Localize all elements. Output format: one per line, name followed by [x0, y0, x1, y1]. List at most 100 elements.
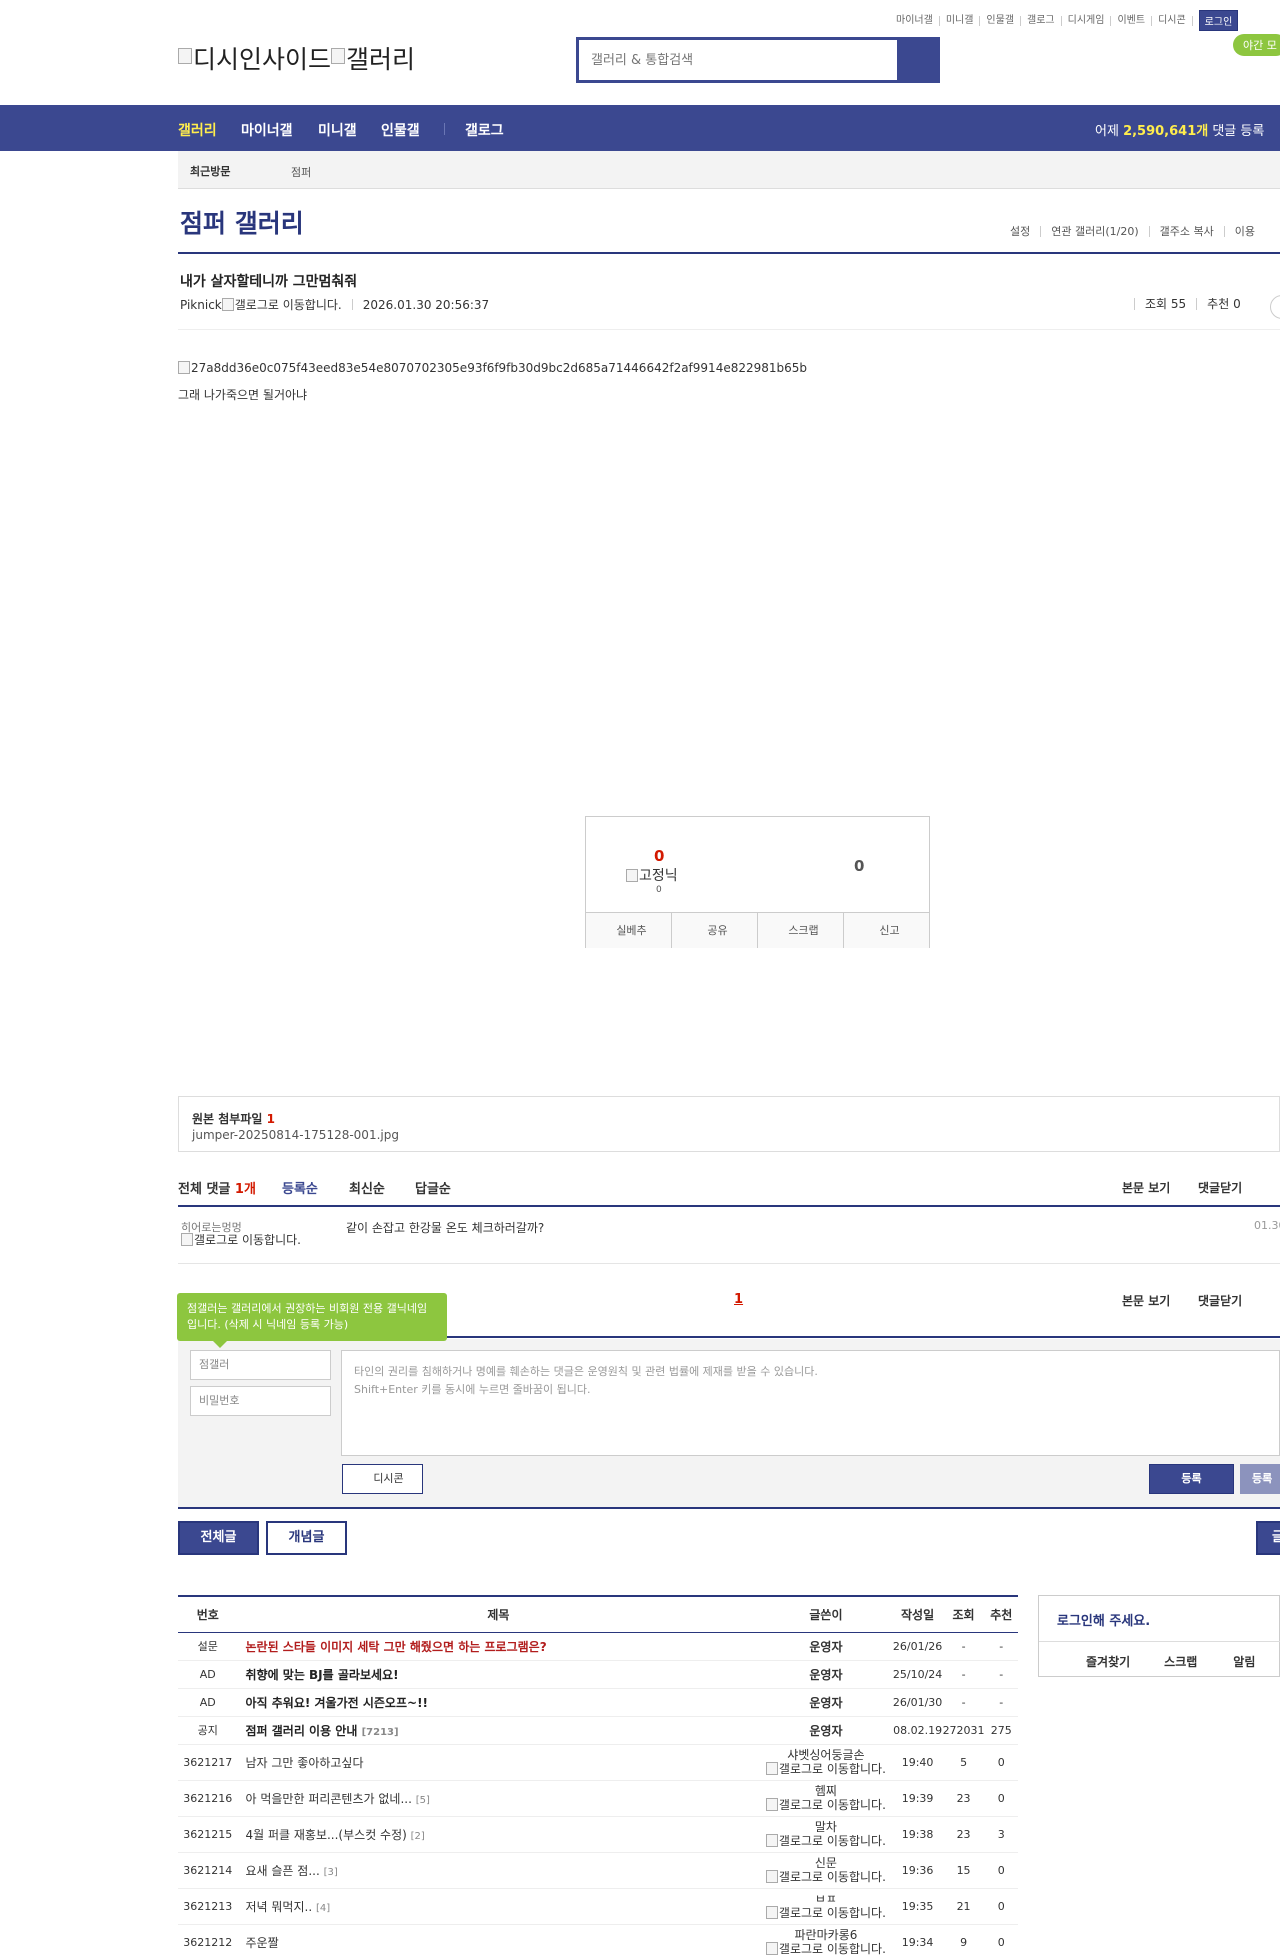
comment-page-1[interactable]: 1: [734, 1292, 743, 1307]
sort-reply[interactable]: 답글순: [415, 1178, 451, 1197]
tab-favorites[interactable]: 즐겨찾기: [1086, 1642, 1130, 1677]
report-button[interactable]: 신고: [843, 913, 929, 948]
broken-image-icon: [178, 361, 190, 374]
post-writer[interactable]: 샤벳싱어둥글손 갤로그로 이동합니다.: [759, 1744, 893, 1781]
attachment-file-link[interactable]: jumper-20250814-175128-001.jpg: [192, 1128, 399, 1142]
gallery-settings-link[interactable]: 설정: [1000, 226, 1040, 237]
usage-link[interactable]: 이용: [1223, 226, 1265, 237]
table-row[interactable]: 3621214 요새 슬픈 점... [3] 신문 갤로그로 이동합니다. 19:…: [178, 1852, 1018, 1889]
view-body-button[interactable]: 본문 보기: [1122, 1179, 1170, 1196]
post-writer[interactable]: 말차 갤로그로 이동합니다.: [759, 1816, 893, 1853]
sort-registered[interactable]: 등록순: [282, 1178, 318, 1197]
top-link-minor[interactable]: 마이너갤: [890, 15, 940, 26]
comment-submit-recommend-button[interactable]: 등록: [1240, 1464, 1280, 1494]
post-writer[interactable]: 헴찌 갤로그로 이동합니다.: [759, 1780, 893, 1817]
related-gallery-link[interactable]: 연관 갤러리(1/20): [1040, 226, 1148, 237]
copy-address-link[interactable]: 갤주소 복사: [1148, 226, 1224, 237]
table-row[interactable]: AD 아직 추워요! 겨울가전 시즌오프~!! 운영자 26/01/30 - -: [178, 1688, 1018, 1717]
post-subject[interactable]: 4월 퍼클 재홍보...(부스컷 수정) [2]: [237, 1816, 760, 1853]
table-row[interactable]: 3621217 남자 그만 좋아하고싶다 샤벳싱어둥글손 갤로그로 이동합니다. …: [178, 1744, 1018, 1781]
top-link-person[interactable]: 인물갤: [980, 15, 1022, 26]
post-subject[interactable]: 남자 그만 좋아하고싶다: [237, 1744, 760, 1781]
top-link-mini[interactable]: 미니갤: [940, 15, 981, 26]
post-recommends: 추천 0: [1196, 298, 1251, 310]
tab-alarm[interactable]: 알림: [1233, 1642, 1255, 1677]
scrap-button[interactable]: 스크랩: [757, 913, 843, 948]
broken-image-icon: [626, 869, 638, 882]
divider: [178, 1205, 1280, 1207]
nav-gallery[interactable]: 갤러리: [178, 120, 217, 140]
realbest-button[interactable]: 실베추: [586, 913, 671, 948]
site-logo[interactable]: 디시인사이드 갤러리: [178, 40, 415, 76]
comment-total: 전체 댓글 1개: [178, 1182, 256, 1197]
search-button[interactable]: [897, 40, 937, 80]
search-box: [576, 37, 940, 83]
table-row[interactable]: 3621215 4월 퍼클 재홍보...(부스컷 수정) [2] 말차 갤로그로 …: [178, 1816, 1018, 1853]
close-comments-button-2[interactable]: 댓글닫기: [1198, 1292, 1242, 1309]
comment-gallog-link[interactable]: 갤로그로 이동합니다.: [181, 1233, 311, 1246]
post-subject[interactable]: 주운짤: [237, 1924, 760, 1960]
recent-visit-label[interactable]: 최근방문: [190, 163, 230, 179]
top-link-event[interactable]: 이벤트: [1111, 15, 1153, 26]
top-link-dccon[interactable]: 디시콘: [1152, 15, 1193, 26]
post-subject[interactable]: 아 먹을만한 퍼리콘텐츠가 없네... [5]: [237, 1780, 760, 1817]
nav-minor-gallery[interactable]: 마이너갤: [241, 120, 293, 140]
table-row[interactable]: 3621212 주운짤 파란마카롱6 갤로그로 이동합니다. 19:34 9 0: [178, 1924, 1018, 1960]
post-writer[interactable]: 파란마카롱6 갤로그로 이동합니다.: [759, 1924, 893, 1960]
view-body-button-2[interactable]: 본문 보기: [1122, 1292, 1170, 1309]
comment-submit-button[interactable]: 등록: [1149, 1464, 1234, 1494]
comment-textarea[interactable]: 타인의 권리를 침해하거나 명예를 훼손하는 댓글은 운영원칙 및 관련 법률에…: [341, 1350, 1280, 1456]
post-option-button[interactable]: [1270, 295, 1280, 319]
post-author[interactable]: Piknick: [180, 298, 222, 312]
divider: [178, 252, 1280, 254]
all-posts-button[interactable]: 전체글: [178, 1521, 259, 1555]
login-button[interactable]: 로그인: [1198, 10, 1239, 31]
dccon-button[interactable]: 디시콘: [342, 1464, 423, 1494]
write-post-button[interactable]: 글: [1256, 1521, 1280, 1555]
table-row[interactable]: 3621213 저녁 뭐먹지.. [4] ㅂㅍ 갤로그로 이동합니다. 19:35…: [178, 1888, 1018, 1925]
broken-image-icon: [181, 1233, 193, 1246]
post-subject[interactable]: 아직 추워요! 겨울가전 시즌오프~!!: [237, 1688, 760, 1717]
password-field[interactable]: 비밀번호: [190, 1386, 331, 1416]
post-writer[interactable]: 신문 갤로그로 이동합니다.: [759, 1852, 893, 1889]
tab-scrap[interactable]: 스크랩: [1164, 1642, 1197, 1677]
nav-mini-gallery[interactable]: 미니갤: [318, 120, 357, 140]
fixed-nick-recommend[interactable]: 고정닉: [626, 865, 678, 885]
post-subject[interactable]: 저녁 뭐먹지.. [4]: [237, 1888, 760, 1925]
concept-posts-button[interactable]: 개념글: [266, 1521, 347, 1555]
sort-latest[interactable]: 최신순: [349, 1178, 385, 1197]
search-input[interactable]: [579, 40, 897, 80]
table-row[interactable]: 3621216 아 먹을만한 퍼리콘텐츠가 없네... [5] 헴찌 갤로그로 이…: [178, 1780, 1018, 1817]
post-subject[interactable]: 논란된 스타들 이미지 세탁 그만 해줬으면 하는 프로그램은?: [237, 1632, 760, 1661]
divider: [178, 1263, 1280, 1264]
close-comments-button[interactable]: 댓글닫기: [1198, 1179, 1242, 1196]
table-row[interactable]: 공지 점퍼 갤러리 이용 안내 [7213] 운영자 08.02.19 2720…: [178, 1716, 1018, 1745]
top-link-game[interactable]: 디시게임: [1062, 15, 1112, 26]
reply-count: [7213]: [361, 1726, 399, 1738]
attachment-count: 1: [266, 1112, 275, 1126]
share-button[interactable]: 공유: [671, 913, 757, 948]
nav-gallog[interactable]: 갤로그: [465, 120, 504, 140]
post-author-gallog-alt[interactable]: 갤로그로 이동합니다.: [235, 296, 342, 313]
broken-image-icon: [178, 48, 192, 64]
table-row[interactable]: 설문 논란된 스타들 이미지 세탁 그만 해줬으면 하는 프로그램은? 운영자 …: [178, 1632, 1018, 1661]
recent-visit-bar: 최근방문 점퍼: [178, 151, 1280, 189]
nav-person-gallery[interactable]: 인물갤: [381, 120, 420, 140]
table-row[interactable]: AD 취향에 맞는 BJ를 골라보세요! 운영자 25/10/24 - -: [178, 1660, 1018, 1689]
broken-image-icon: [221, 298, 234, 311]
nav-divider: [444, 123, 445, 135]
post-subject[interactable]: 취향에 맞는 BJ를 골라보세요!: [237, 1660, 760, 1689]
post-writer[interactable]: ㅂㅍ 갤로그로 이동합니다.: [759, 1888, 893, 1925]
login-prompt[interactable]: 로그인해 주세요.: [1057, 1610, 1150, 1629]
top-link-gallog[interactable]: 갤로그: [1021, 15, 1062, 26]
night-mode-button[interactable]: 야간 모: [1233, 34, 1280, 56]
gallery-title[interactable]: 점퍼 갤러리: [180, 204, 304, 240]
post-subject[interactable]: 요새 슬픈 점... [3]: [237, 1852, 760, 1889]
fixed-nick-count: 0: [656, 885, 662, 895]
post-title: 내가 살자할테니까 그만멈춰줘: [180, 274, 358, 290]
recent-visit-item[interactable]: 점퍼: [291, 164, 311, 180]
post-list-table: 번호 제목 글쓴이 작성일 조회 추천 설문 논란된 스타들 이미지 세탁 그만…: [178, 1595, 1018, 1960]
col-date: 작성일: [892, 1596, 943, 1633]
post-subject[interactable]: 점퍼 갤러리 이용 안내 [7213]: [237, 1716, 760, 1745]
nickname-field[interactable]: 점갤러: [190, 1350, 331, 1380]
